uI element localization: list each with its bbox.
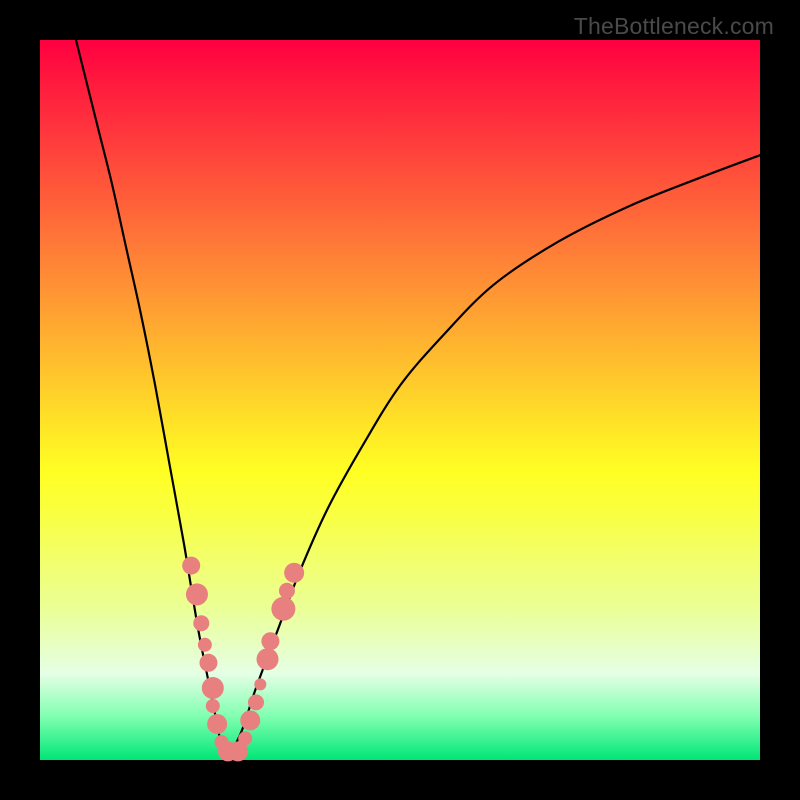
- marker-point: [182, 557, 200, 575]
- marker-point: [240, 710, 260, 730]
- curve-right-branch: [227, 155, 760, 760]
- marker-point: [193, 615, 209, 631]
- chart-stage: TheBottleneck.com: [0, 0, 800, 800]
- watermark-text: TheBottleneck.com: [574, 13, 774, 40]
- marker-point: [248, 694, 264, 710]
- marker-point: [284, 563, 304, 583]
- marker-point: [271, 597, 295, 621]
- plot-area: [40, 40, 760, 760]
- marker-point: [199, 654, 217, 672]
- curve-left-branch: [76, 40, 227, 760]
- marker-point: [186, 583, 208, 605]
- marker-point: [198, 638, 212, 652]
- marker-point: [207, 714, 227, 734]
- marker-point: [279, 583, 295, 599]
- marker-group: [182, 557, 304, 762]
- marker-point: [254, 678, 266, 690]
- curve-layer: [40, 40, 760, 760]
- marker-point: [238, 731, 252, 745]
- marker-point: [206, 699, 220, 713]
- marker-point: [202, 677, 224, 699]
- marker-point: [257, 648, 279, 670]
- marker-point: [261, 632, 279, 650]
